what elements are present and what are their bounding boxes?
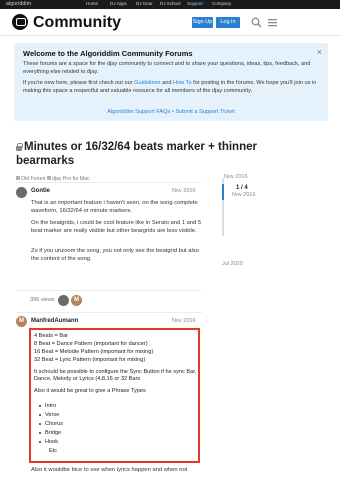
avatar[interactable]: M [71, 295, 82, 306]
nav-dj-school[interactable]: DJ School [160, 1, 181, 6]
post-paragraph: Also it wouldbe bice to see when lyrics … [31, 467, 188, 473]
post-date[interactable]: Nov 2016 [172, 318, 196, 324]
nav-support[interactable]: Support [187, 1, 203, 6]
timeline-start-date[interactable]: Nov 2016 [224, 174, 248, 180]
menu-icon[interactable] [266, 17, 278, 29]
category-badge-icon [16, 176, 20, 180]
nav-company[interactable]: Company [212, 1, 231, 6]
post-paragraph: Also it would be great to give a Phrase … [34, 388, 146, 394]
log-in-button[interactable]: Log In [216, 17, 240, 28]
nav-dj-gear[interactable]: DJ Gear [136, 1, 153, 6]
list-item-etc: Etc [49, 448, 58, 454]
timeline-post-count: 1 / 4 [236, 185, 248, 191]
avatar[interactable] [58, 295, 69, 306]
support-links[interactable]: Algoriddim Support FAQs • Submit a Suppo… [14, 109, 328, 115]
post-line: 16 Beat = Melodie Pattern (important for… [34, 349, 154, 355]
post-paragraph: On the beatgrids, i could be cool featur… [31, 220, 202, 234]
avatar[interactable] [16, 187, 27, 198]
list-item: Hook [38, 439, 59, 445]
timeline-current-date: Nov 2016 [232, 192, 256, 198]
how-to-link[interactable]: How To [173, 80, 192, 86]
post-paragraph: It schould be possible to configure the … [34, 369, 197, 382]
banner-paragraph-1: These forums are a space for the djay co… [23, 61, 311, 75]
list-item: Verse [38, 412, 60, 418]
avatar[interactable]: M [16, 316, 27, 327]
post-line: 4 Beats = Bar [34, 333, 69, 339]
search-icon[interactable] [250, 17, 262, 29]
post-paragraph: That is an important feature i haven't s… [31, 200, 198, 214]
guidelines-link[interactable]: Guidelines [134, 80, 160, 86]
topic-title: Minutes or 16/32/64 beats marker + thinn… [16, 140, 316, 168]
close-icon[interactable]: × [317, 47, 322, 57]
list-item: Chorus [38, 421, 64, 427]
post-divider [16, 290, 202, 291]
post-username[interactable]: ManfredAumann [31, 318, 78, 324]
site-title[interactable]: Community [33, 14, 121, 32]
post-date[interactable]: Nov 2016 [172, 188, 196, 194]
views-count: 395 views [30, 297, 55, 303]
site-header: Community Sign Up Log In [0, 9, 340, 36]
nav-home[interactable]: Home [86, 1, 98, 6]
timeline-end-date[interactable]: Jul 2020 [222, 261, 243, 267]
brand-logo-text[interactable]: algoriddim [6, 1, 31, 7]
post-paragraph: Zo if you unzoom the song, you not only … [31, 248, 199, 262]
post-line: 32 Beat = Lyric Pattern (important for m… [34, 357, 146, 363]
welcome-banner: Welcome to the Algoriddim Community Foru… [14, 43, 328, 121]
list-item: Intro [38, 403, 57, 409]
banner-text: If you're new here, please first check o… [23, 80, 135, 86]
top-navigation-bar: algoriddim Home DJ Apps DJ Gear DJ Schoo… [0, 0, 340, 9]
lock-icon [16, 143, 23, 151]
timeline-handle[interactable] [222, 184, 224, 200]
banner-paragraph-2: If you're new here, please first check o… [23, 79, 319, 95]
sign-up-button[interactable]: Sign Up [192, 17, 213, 28]
list-item: Bridge [38, 430, 62, 436]
post-divider [16, 312, 202, 313]
highlighted-post-content: 4 Beats = Bar 8 Beat = Dance Pattern (im… [29, 328, 200, 463]
category-badge-icon [46, 176, 51, 180]
post-username[interactable]: Gontie [31, 188, 50, 194]
nav-dj-apps[interactable]: DJ Apps [110, 1, 127, 6]
topic-title-text[interactable]: Minutes or 16/32/64 beats marker + thinn… [16, 141, 257, 167]
banner-title: Welcome to the Algoriddim Community Foru… [23, 49, 193, 58]
banner-text: and [160, 80, 174, 86]
logo-icon[interactable] [12, 14, 28, 30]
topic-timeline[interactable]: Nov 2016 1 / 4 Nov 2016 [222, 172, 272, 242]
post-divider [16, 182, 202, 183]
post-line: 8 Beat = Dance Pattern (important for da… [34, 341, 148, 347]
